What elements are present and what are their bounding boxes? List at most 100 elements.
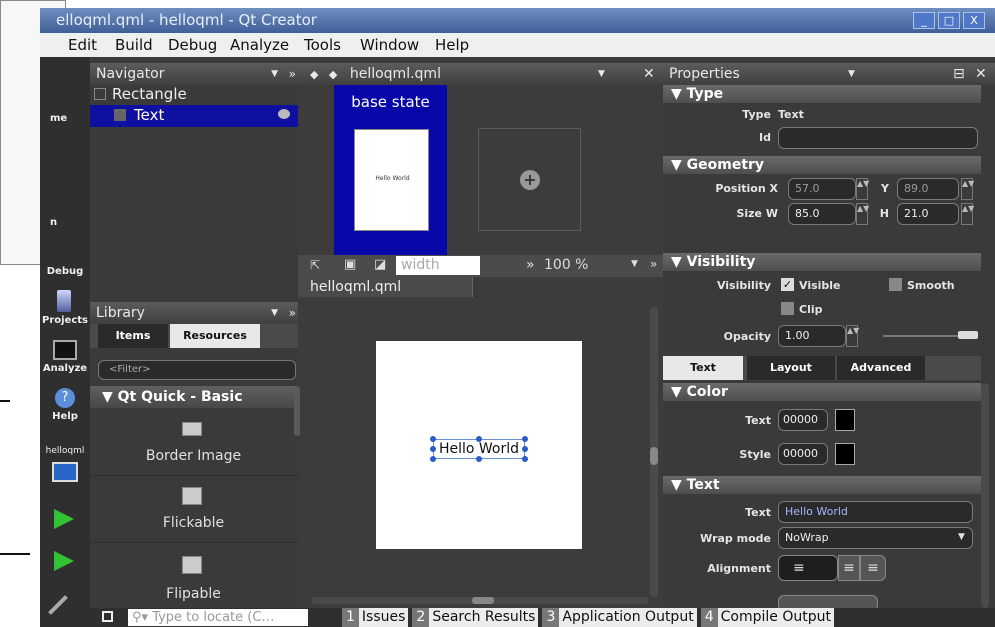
mode-projects[interactable]: Projects (40, 315, 90, 326)
resize-handle-b[interactable] (476, 456, 482, 462)
menu-edit[interactable]: Edit (68, 36, 97, 54)
w-spin-icon[interactable]: ▲▼ (856, 203, 869, 225)
debug-run-icon[interactable] (54, 551, 74, 571)
properties-scrollbar[interactable] (981, 383, 989, 608)
navigator-dropdown-icon[interactable]: ▼ (271, 63, 278, 85)
navigator-item-text-row[interactable]: Text (90, 105, 298, 127)
wrap-mode-select[interactable]: NoWrap (778, 527, 973, 549)
align-right-button[interactable]: ≡ (860, 555, 886, 581)
resize-handle-br[interactable] (522, 456, 528, 462)
locator-input[interactable]: ⚲▾ Type to locate (C… (128, 609, 308, 626)
canvas-vertical-scrollbar[interactable] (650, 307, 658, 597)
position-x-field[interactable]: 57.0 (788, 178, 856, 200)
base-state-card[interactable]: base state Hello World (334, 85, 447, 255)
clip-checkbox[interactable] (781, 302, 794, 315)
smooth-checkbox[interactable] (889, 278, 902, 291)
text-section-header[interactable]: ▼ Text (663, 476, 981, 494)
toggle-sidebar-icon[interactable] (102, 611, 113, 622)
minimize-button[interactable]: _ (913, 12, 935, 29)
size-h-field[interactable]: 21.0 (897, 203, 959, 225)
properties-close-icon[interactable]: ✕ (975, 63, 987, 85)
navigator-item-rectangle[interactable]: Rectangle (112, 85, 187, 103)
properties-tab-advanced[interactable]: Advanced (837, 356, 925, 380)
color-style-field[interactable]: 00000 (778, 443, 828, 465)
geometry-section-header[interactable]: ▼ Geometry (663, 156, 981, 174)
properties-dropdown-icon[interactable]: ▼ (848, 63, 855, 85)
properties-tab-layout[interactable]: Layout (747, 356, 835, 380)
pane-compile-output[interactable]: 4 Compile Output (697, 608, 834, 627)
boundary-tool-icon[interactable]: ▣ (344, 257, 356, 272)
properties-tab-text[interactable]: Text (663, 356, 743, 380)
editor-file-tab[interactable]: helloqml.qml (350, 66, 441, 82)
color-section-header[interactable]: ▼ Color (663, 383, 981, 401)
more-icon[interactable]: » (526, 257, 535, 273)
qml-root-rectangle[interactable]: Hello World (376, 341, 582, 549)
wrap-dropdown-icon[interactable]: ▼ (958, 532, 965, 542)
mode-analyze[interactable]: Analyze (40, 363, 90, 374)
nav-back-icon[interactable]: ◆ (310, 68, 318, 81)
add-state-card[interactable]: + (478, 128, 581, 231)
resize-handle-t[interactable] (476, 436, 482, 442)
target-selector-icon[interactable] (52, 462, 78, 482)
horizontal-scroll-thumb[interactable] (472, 597, 494, 604)
resize-handle-tl[interactable] (430, 436, 436, 442)
library-item-flipable[interactable]: Flipable (90, 544, 297, 608)
navigator-split-icon[interactable]: » (289, 63, 296, 85)
zoom-level[interactable]: 100 % (544, 257, 588, 273)
menu-window[interactable]: Window (360, 36, 419, 54)
library-dropdown-icon[interactable]: ▼ (271, 302, 278, 324)
y-spin-icon[interactable]: ▲▼ (961, 178, 974, 200)
library-filter-input[interactable]: <Filter> (98, 360, 296, 380)
menu-build[interactable]: Build (115, 36, 153, 54)
resize-handle-tr[interactable] (522, 436, 528, 442)
color-style-swatch[interactable] (835, 443, 855, 465)
menu-analyze[interactable]: Analyze (230, 36, 289, 54)
resize-handle-r[interactable] (522, 446, 528, 452)
text-value-field[interactable]: Hello World (778, 501, 973, 523)
zoom-dropdown-icon[interactable]: ▼ (631, 259, 638, 269)
mode-debug[interactable]: Debug (40, 266, 90, 277)
menu-help[interactable]: Help (435, 36, 469, 54)
vertical-scroll-thumb[interactable] (650, 447, 658, 465)
pane-application-output[interactable]: 3 Application Output (538, 608, 697, 627)
editor-close-icon[interactable]: ✕ (643, 63, 655, 85)
properties-float-icon[interactable]: ⊟ (953, 63, 965, 85)
library-tab-resources[interactable]: Resources (170, 324, 260, 348)
visibility-section-header[interactable]: ▼ Visibility (663, 253, 981, 271)
align-left-button[interactable]: ≡ (778, 555, 838, 581)
position-y-field[interactable]: 89.0 (897, 178, 959, 200)
library-tab-items[interactable]: Items (98, 324, 168, 348)
build-hammer-icon[interactable] (48, 595, 68, 615)
color-text-field[interactable]: 00000 (778, 409, 828, 431)
id-input[interactable] (778, 127, 978, 149)
resize-handle-l[interactable] (430, 446, 436, 452)
opacity-spin-icon[interactable]: ▲▼ (846, 325, 859, 347)
opacity-slider-thumb[interactable] (958, 331, 978, 339)
h-spin-icon[interactable]: ▲▼ (961, 203, 974, 225)
size-w-field[interactable]: 85.0 (788, 203, 856, 225)
library-group-header[interactable]: ▼ Qt Quick - Basic (90, 386, 296, 408)
visible-checkbox[interactable]: ✓ (781, 278, 794, 291)
editor-dropdown-icon[interactable]: ▼ (598, 63, 605, 85)
library-item-flickable[interactable]: Flickable (90, 477, 297, 543)
snap-tool-icon[interactable]: ◪ (374, 257, 386, 272)
pane-search-results[interactable]: 2 Search Results (408, 608, 539, 627)
menu-tools[interactable]: Tools (304, 36, 341, 54)
canvas-file-tab[interactable]: helloqml.qml (298, 277, 473, 297)
mode-welcome[interactable]: me (50, 113, 90, 124)
opacity-field[interactable]: 1.00 (778, 325, 846, 347)
width-field[interactable]: width (396, 256, 480, 275)
x-spin-icon[interactable]: ▲▼ (856, 178, 869, 200)
run-icon[interactable] (54, 509, 74, 529)
library-split-icon[interactable]: » (289, 302, 296, 324)
pane-issues[interactable]: 1 Issues (336, 608, 409, 627)
visibility-eye-icon[interactable] (278, 109, 290, 119)
align-center-button[interactable]: ≡ (838, 555, 860, 581)
vertical-alignment-buttons[interactable] (778, 595, 878, 608)
nav-forward-icon[interactable]: ◆ (329, 68, 337, 81)
canvas-split-icon[interactable]: » (650, 257, 657, 271)
maximize-button[interactable]: □ (938, 12, 960, 29)
resize-handle-bl[interactable] (430, 456, 436, 462)
canvas-horizontal-scrollbar[interactable] (312, 597, 648, 604)
select-tool-icon[interactable]: ⇱ (310, 258, 320, 272)
